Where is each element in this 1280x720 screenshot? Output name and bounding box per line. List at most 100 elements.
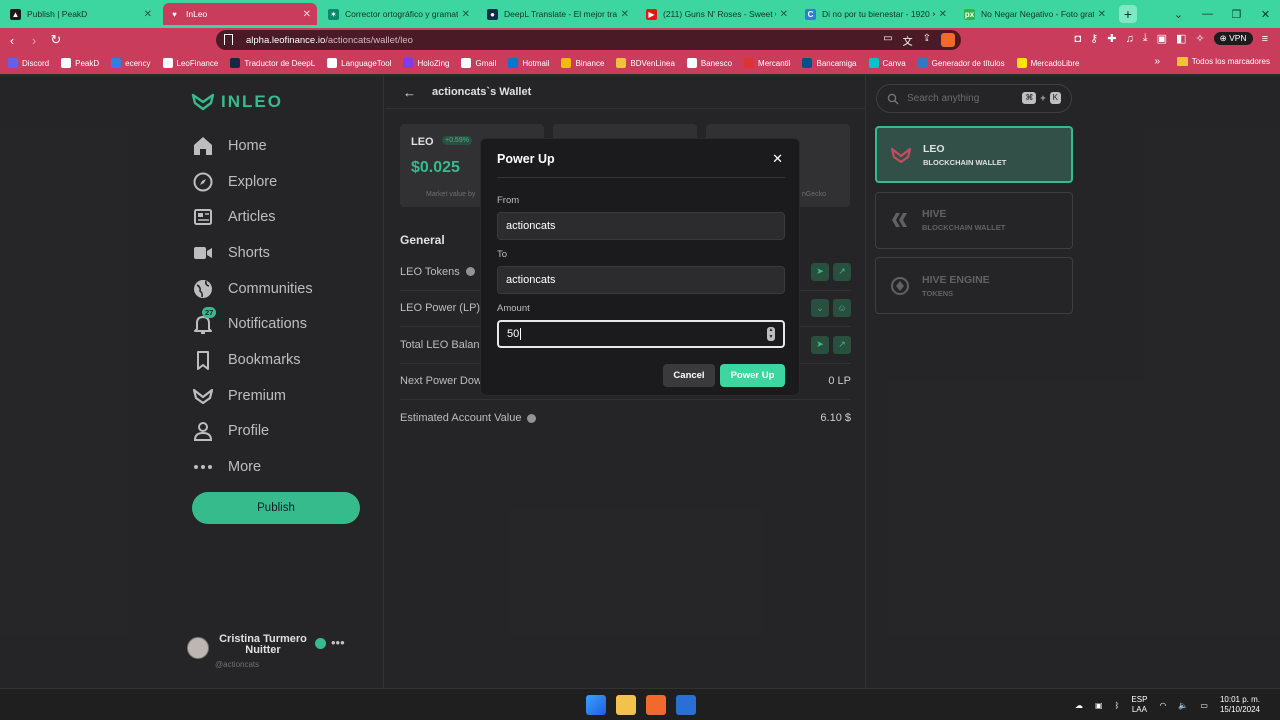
bookmarks-overflow-icon[interactable]: » [1154, 56, 1160, 67]
lang-layout: LAA [1131, 705, 1147, 714]
close-window-button[interactable]: ✕ [1251, 8, 1280, 21]
bookmark-item[interactable]: BDVenLinea [616, 58, 675, 68]
to-field[interactable]: actioncats [497, 266, 785, 294]
bookmark-item[interactable]: PeakD [61, 58, 99, 68]
bookmark-favicon-icon [1016, 58, 1027, 68]
brave-shields-icon[interactable] [941, 33, 955, 47]
to-label: To [497, 249, 508, 260]
cancel-button[interactable]: Cancel [663, 364, 715, 387]
back-icon[interactable]: ‹ [2, 33, 22, 48]
bookmark-favicon-icon [162, 58, 173, 68]
bookmark-item[interactable]: Hotmail [508, 58, 549, 68]
browser-tab[interactable]: ✶ Corrector ortográfico y gramatical ✕ [322, 3, 476, 25]
bookmark-favicon-icon [403, 58, 414, 68]
bookmark-label: Gmail [475, 58, 497, 68]
tab-close-icon[interactable]: ✕ [1098, 9, 1106, 20]
vpn-button[interactable]: ⊕ VPN [1213, 32, 1253, 45]
close-icon[interactable]: ✕ [772, 151, 783, 167]
bookmark-item[interactable]: HoloZing [403, 58, 449, 68]
tab-close-icon[interactable]: ✕ [780, 9, 788, 20]
tray-app-icon[interactable]: ▣ [1095, 701, 1103, 710]
tab-close-icon[interactable]: ✕ [303, 9, 311, 20]
menu-icon[interactable]: ≡ [1262, 33, 1268, 45]
bookmark-favicon-icon [61, 58, 72, 68]
minimize-button[interactable]: — [1193, 8, 1222, 20]
wallet-icon[interactable]: ▣ [1157, 32, 1167, 45]
dialog-title: Power Up [497, 152, 555, 166]
browser-tab[interactable]: ● DeepL Translate - El mejor traductor ✕ [481, 3, 635, 25]
bookmark-item[interactable]: Gmail [461, 58, 496, 68]
bookmark-label: Binance [575, 58, 605, 68]
sidebar-icon[interactable]: ◧ [1176, 32, 1186, 45]
cloud-icon[interactable]: ☁ [1075, 701, 1083, 710]
from-field[interactable]: actioncats [497, 212, 785, 240]
tab-title: Corrector ortográfico y gramatical [345, 9, 458, 19]
browser-tab[interactable]: ♥ InLeo ✕ [163, 3, 317, 25]
file-explorer-icon[interactable] [616, 695, 636, 715]
amount-input[interactable]: 50 ▲ ▼ [497, 320, 785, 348]
restore-button[interactable]: ❐ [1222, 8, 1251, 21]
battery-icon[interactable]: ▭ [1200, 701, 1208, 710]
tab-search-icon[interactable]: ⌄ [1164, 8, 1193, 21]
bookmark-item[interactable]: Bancamiga [802, 58, 857, 68]
amount-label: Amount [497, 303, 530, 314]
bookmark-item[interactable]: Discord [8, 58, 49, 68]
brave-browser-icon[interactable] [646, 695, 666, 715]
bookmark-item[interactable]: Generador de títulos [917, 58, 1005, 68]
download-icon[interactable]: ⤓ [1143, 32, 1148, 45]
bookmark-item[interactable]: Banesco [686, 58, 733, 68]
language-indicator[interactable]: ESP LAA [1131, 695, 1147, 715]
browser-tab[interactable]: px No Negar Negativo - Foto gratis en ✕ [958, 3, 1112, 25]
address-bar[interactable]: alpha.leofinance.io/actioncats/wallet/le… [216, 30, 961, 50]
clock-date: 15/10/2024 [1219, 705, 1260, 714]
volume-icon[interactable]: 🔈 [1178, 701, 1188, 710]
extension-icon[interactable]: ◘ [1075, 33, 1082, 45]
reload-icon[interactable]: ↻ [46, 32, 66, 48]
tab-close-icon[interactable]: ✕ [144, 9, 152, 20]
forward-icon[interactable]: › [24, 33, 44, 48]
tab-close-icon[interactable]: ✕ [939, 9, 947, 20]
key-icon[interactable]: ⚷ [1090, 32, 1098, 45]
windows-start-icon[interactable] [586, 695, 606, 715]
tab-close-icon[interactable]: ✕ [621, 9, 629, 20]
bookmark-item[interactable]: LanguageTool [327, 58, 391, 68]
amount-stepper[interactable]: ▲ ▼ [767, 327, 775, 341]
share-icon[interactable]: ⇪ [923, 33, 931, 48]
bookmark-favicon-icon [111, 58, 122, 68]
tab-favicon-icon: ♥ [169, 8, 180, 20]
bookmark-item[interactable]: Binance [561, 58, 604, 68]
bookmark-favicon-icon [561, 58, 572, 68]
browser-tab[interactable]: C Di no por tu bienestar - 1920 × 128 ✕ [799, 3, 953, 25]
new-tab-button[interactable]: + [1119, 5, 1137, 23]
tab-title: InLeo [186, 9, 208, 19]
bookmark-item[interactable]: Mercantil [744, 58, 790, 68]
bookmark-label: Banesco [700, 58, 733, 68]
all-bookmarks-folder[interactable]: Todos los marcadores [1176, 57, 1270, 66]
browser-tab[interactable]: ▲ Publish | PeakD ✕ [4, 3, 158, 25]
clock[interactable]: 10:01 p. m. 15/10/2024 [1220, 695, 1260, 715]
word-icon[interactable] [676, 695, 696, 715]
bookmark-item[interactable]: ecency [111, 58, 151, 68]
bookmark-label: Generador de títulos [931, 58, 1005, 68]
bookmark-label: ecency [125, 58, 151, 68]
music-icon[interactable]: ♫ [1125, 33, 1133, 45]
address-toolbar: ‹ › ↻ alpha.leofinance.io/actioncats/wal… [0, 28, 1280, 52]
bookmark-item[interactable]: Traductor de DeepL [230, 58, 315, 68]
tab-title: Publish | PeakD [27, 9, 88, 19]
power-up-button[interactable]: Power Up [720, 364, 785, 387]
bookmark-item[interactable]: Canva [868, 58, 906, 68]
folder-icon [1176, 57, 1188, 66]
leo-extension-icon[interactable]: ✧ [1195, 32, 1204, 45]
tab-close-icon[interactable]: ✕ [462, 9, 470, 20]
bookmark-page-icon[interactable] [224, 34, 233, 45]
bluetooth-icon[interactable]: ᛒ [1115, 701, 1120, 710]
cast-icon[interactable]: ▭ [883, 33, 892, 48]
bookmark-favicon-icon [230, 58, 241, 68]
bookmark-item[interactable]: MercadoLibre [1016, 58, 1080, 68]
puzzle-icon[interactable]: ✚ [1107, 32, 1116, 45]
browser-tab[interactable]: ▶ (211) Guns N' Roses - Sweet Ch ✕ [640, 3, 794, 25]
bookmark-item[interactable]: LeoFinance [162, 58, 218, 68]
bookmark-favicon-icon [802, 58, 813, 68]
wifi-icon[interactable]: ◠ [1159, 701, 1166, 710]
translate-icon[interactable]: 文 [903, 33, 913, 48]
